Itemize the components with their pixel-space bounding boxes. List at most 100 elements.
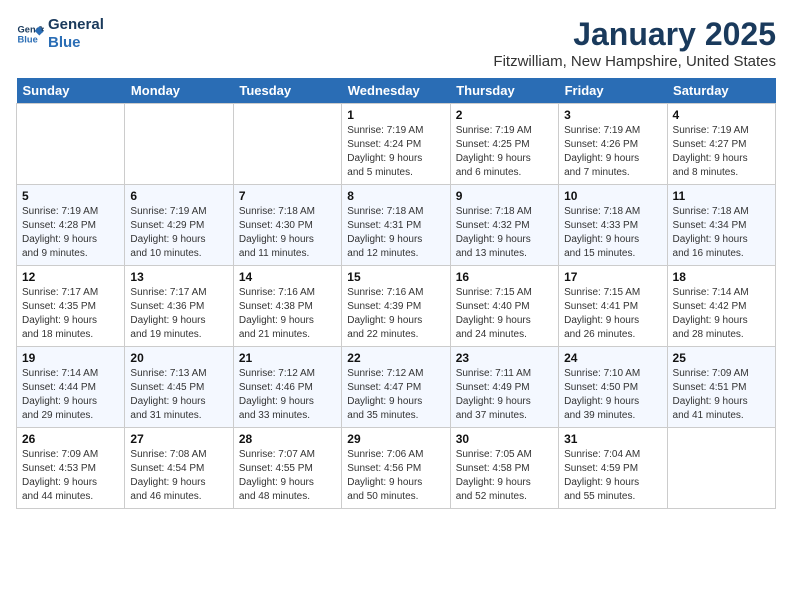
day-info: Sunrise: 7:19 AM Sunset: 4:25 PM Dayligh… xyxy=(456,124,553,180)
day-number: 13 xyxy=(130,270,227,284)
calendar-cell: 17 Sunrise: 7:15 AM Sunset: 4:41 PM Dayli… xyxy=(559,266,667,347)
weekday-header-row: SundayMondayTuesdayWednesdayThursdayFrid… xyxy=(17,78,776,104)
calendar-cell xyxy=(667,428,775,509)
calendar-cell: 27Sunrise: 7:08 AM Sunset: 4:54 PM Dayli… xyxy=(125,428,233,509)
day-number: 29 xyxy=(347,432,444,446)
calendar-cell: 5Sunrise: 7:19 AM Sunset: 4:28 PM Daylig… xyxy=(17,185,125,266)
day-number: 19 xyxy=(22,351,119,365)
day-info: Sunrise: 7:17 AM Sunset: 4:35 PM Dayligh… xyxy=(22,286,119,342)
day-number: 17 xyxy=(564,270,661,284)
title-block: January 2025 Fitzwilliam, New Hampshire,… xyxy=(493,16,776,70)
calendar-cell: 13Sunrise: 7:17 AM Sunset: 4:36 PM Dayli… xyxy=(125,266,233,347)
day-number: 21 xyxy=(239,351,336,365)
calendar-cell: 28Sunrise: 7:07 AM Sunset: 4:55 PM Dayli… xyxy=(233,428,341,509)
weekday-header-tuesday: Tuesday xyxy=(233,78,341,104)
logo-line2: Blue xyxy=(48,34,104,52)
day-info: Sunrise: 7:14 AM Sunset: 4:42 PM Dayligh… xyxy=(673,286,770,342)
weekday-header-wednesday: Wednesday xyxy=(342,78,450,104)
day-number: 9 xyxy=(456,189,553,203)
day-info: Sunrise: 7:14 AM Sunset: 4:44 PM Dayligh… xyxy=(22,367,119,423)
day-number: 3 xyxy=(564,108,661,122)
day-info: Sunrise: 7:08 AM Sunset: 4:54 PM Dayligh… xyxy=(130,448,227,504)
weekday-header-monday: Monday xyxy=(125,78,233,104)
calendar-cell xyxy=(233,104,341,185)
calendar-cell: 11 Sunrise: 7:18 AM Sunset: 4:34 PM Dayli… xyxy=(667,185,775,266)
day-number: 4 xyxy=(673,108,770,122)
day-number: 18 xyxy=(673,270,770,284)
calendar-cell: 8Sunrise: 7:18 AM Sunset: 4:31 PM Daylig… xyxy=(342,185,450,266)
day-number: 14 xyxy=(239,270,336,284)
svg-text:Blue: Blue xyxy=(18,35,38,45)
day-info: Sunrise: 7:09 AM Sunset: 4:51 PM Dayligh… xyxy=(673,367,770,423)
calendar-cell: 7Sunrise: 7:18 AM Sunset: 4:30 PM Daylig… xyxy=(233,185,341,266)
calendar-cell: 18 Sunrise: 7:14 AM Sunset: 4:42 PM Dayli… xyxy=(667,266,775,347)
page-header: General Blue General Blue January 2025 F… xyxy=(16,16,776,70)
calendar-cell: 1Sunrise: 7:19 AM Sunset: 4:24 PM Daylig… xyxy=(342,104,450,185)
day-number: 23 xyxy=(456,351,553,365)
calendar-cell: 12Sunrise: 7:17 AM Sunset: 4:35 PM Dayli… xyxy=(17,266,125,347)
day-info: Sunrise: 7:04 AM Sunset: 4:59 PM Dayligh… xyxy=(564,448,661,504)
day-number: 30 xyxy=(456,432,553,446)
day-number: 10 xyxy=(564,189,661,203)
calendar-week-row: 19 Sunrise: 7:14 AM Sunset: 4:44 PM Dayli… xyxy=(17,347,776,428)
calendar-cell: 14Sunrise: 7:16 AM Sunset: 4:38 PM Dayli… xyxy=(233,266,341,347)
calendar-cell xyxy=(17,104,125,185)
day-number: 22 xyxy=(347,351,444,365)
calendar-cell: 30 Sunrise: 7:05 AM Sunset: 4:58 PM Dayli… xyxy=(450,428,558,509)
day-info: Sunrise: 7:11 AM Sunset: 4:49 PM Dayligh… xyxy=(456,367,553,423)
day-info: Sunrise: 7:09 AM Sunset: 4:53 PM Dayligh… xyxy=(22,448,119,504)
day-number: 1 xyxy=(347,108,444,122)
day-info: Sunrise: 7:19 AM Sunset: 4:28 PM Dayligh… xyxy=(22,205,119,261)
day-number: 26 xyxy=(22,432,119,446)
day-info: Sunrise: 7:19 AM Sunset: 4:26 PM Dayligh… xyxy=(564,124,661,180)
logo-icon: General Blue xyxy=(16,20,44,48)
calendar-cell: 9 Sunrise: 7:18 AM Sunset: 4:32 PM Daylig… xyxy=(450,185,558,266)
calendar-cell: 3 Sunrise: 7:19 AM Sunset: 4:26 PM Daylig… xyxy=(559,104,667,185)
weekday-header-saturday: Saturday xyxy=(667,78,775,104)
calendar-week-row: 12Sunrise: 7:17 AM Sunset: 4:35 PM Dayli… xyxy=(17,266,776,347)
weekday-header-friday: Friday xyxy=(559,78,667,104)
day-info: Sunrise: 7:19 AM Sunset: 4:29 PM Dayligh… xyxy=(130,205,227,261)
calendar-cell: 16Sunrise: 7:15 AM Sunset: 4:40 PM Dayli… xyxy=(450,266,558,347)
month-title: January 2025 xyxy=(493,16,776,53)
day-number: 25 xyxy=(673,351,770,365)
calendar-week-row: 1Sunrise: 7:19 AM Sunset: 4:24 PM Daylig… xyxy=(17,104,776,185)
day-info: Sunrise: 7:18 AM Sunset: 4:31 PM Dayligh… xyxy=(347,205,444,261)
calendar-cell: 26 Sunrise: 7:09 AM Sunset: 4:53 PM Dayli… xyxy=(17,428,125,509)
day-info: Sunrise: 7:10 AM Sunset: 4:50 PM Dayligh… xyxy=(564,367,661,423)
calendar-week-row: 26 Sunrise: 7:09 AM Sunset: 4:53 PM Dayli… xyxy=(17,428,776,509)
day-info: Sunrise: 7:18 AM Sunset: 4:33 PM Dayligh… xyxy=(564,205,661,261)
calendar-cell: 19 Sunrise: 7:14 AM Sunset: 4:44 PM Dayli… xyxy=(17,347,125,428)
weekday-header-sunday: Sunday xyxy=(17,78,125,104)
day-info: Sunrise: 7:16 AM Sunset: 4:39 PM Dayligh… xyxy=(347,286,444,342)
calendar-cell xyxy=(125,104,233,185)
day-number: 15 xyxy=(347,270,444,284)
weekday-header-thursday: Thursday xyxy=(450,78,558,104)
day-info: Sunrise: 7:07 AM Sunset: 4:55 PM Dayligh… xyxy=(239,448,336,504)
day-info: Sunrise: 7:18 AM Sunset: 4:34 PM Dayligh… xyxy=(673,205,770,261)
calendar-cell: 24Sunrise: 7:10 AM Sunset: 4:50 PM Dayli… xyxy=(559,347,667,428)
calendar-cell: 20 Sunrise: 7:13 AM Sunset: 4:45 PM Dayli… xyxy=(125,347,233,428)
day-info: Sunrise: 7:13 AM Sunset: 4:45 PM Dayligh… xyxy=(130,367,227,423)
calendar-cell: 25 Sunrise: 7:09 AM Sunset: 4:51 PM Dayli… xyxy=(667,347,775,428)
calendar-table: SundayMondayTuesdayWednesdayThursdayFrid… xyxy=(16,78,776,509)
location: Fitzwilliam, New Hampshire, United State… xyxy=(493,53,776,70)
day-info: Sunrise: 7:12 AM Sunset: 4:46 PM Dayligh… xyxy=(239,367,336,423)
day-info: Sunrise: 7:05 AM Sunset: 4:58 PM Dayligh… xyxy=(456,448,553,504)
day-number: 7 xyxy=(239,189,336,203)
day-number: 6 xyxy=(130,189,227,203)
calendar-cell: 31 Sunrise: 7:04 AM Sunset: 4:59 PM Dayli… xyxy=(559,428,667,509)
day-info: Sunrise: 7:19 AM Sunset: 4:27 PM Dayligh… xyxy=(673,124,770,180)
day-number: 20 xyxy=(130,351,227,365)
day-number: 11 xyxy=(673,189,770,203)
calendar-cell: 4 Sunrise: 7:19 AM Sunset: 4:27 PM Daylig… xyxy=(667,104,775,185)
day-info: Sunrise: 7:15 AM Sunset: 4:41 PM Dayligh… xyxy=(564,286,661,342)
calendar-cell: 22Sunrise: 7:12 AM Sunset: 4:47 PM Dayli… xyxy=(342,347,450,428)
calendar-cell: 6 Sunrise: 7:19 AM Sunset: 4:29 PM Daylig… xyxy=(125,185,233,266)
day-number: 31 xyxy=(564,432,661,446)
calendar-cell: 10 Sunrise: 7:18 AM Sunset: 4:33 PM Dayli… xyxy=(559,185,667,266)
day-info: Sunrise: 7:15 AM Sunset: 4:40 PM Dayligh… xyxy=(456,286,553,342)
day-info: Sunrise: 7:18 AM Sunset: 4:32 PM Dayligh… xyxy=(456,205,553,261)
calendar-cell: 15 Sunrise: 7:16 AM Sunset: 4:39 PM Dayli… xyxy=(342,266,450,347)
logo: General Blue General Blue xyxy=(16,16,104,52)
